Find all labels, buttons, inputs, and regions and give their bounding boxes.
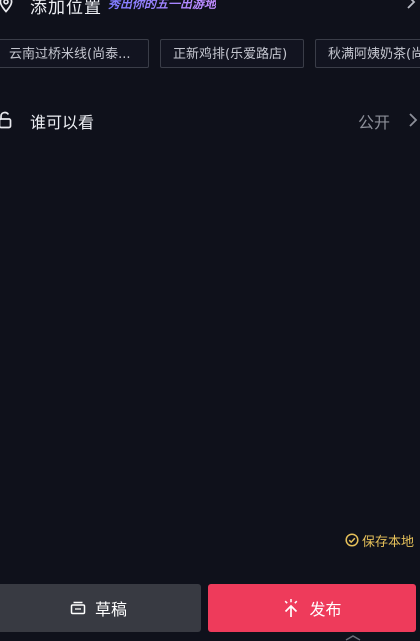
unlock-icon (0, 111, 12, 129)
poi-suggestion-list: 云南过桥米线(尚泰... 正新鸡排(乐爱路店) 秋满阿姨奶茶(尚 (0, 39, 420, 70)
poi-chip[interactable]: 秋满阿姨奶茶(尚 (315, 39, 420, 68)
visibility-value: 公开 (357, 113, 390, 132)
chevron-right-icon (407, 0, 416, 9)
chevron-down-icon (345, 635, 361, 641)
add-location-label: 添加位置 (30, 0, 102, 18)
location-promo-text: 秀出你的五一出游地 (108, 0, 216, 12)
save-local-label: 保存本地 (361, 534, 414, 550)
map-pin-icon (0, 0, 13, 13)
publish-button-label: 发布 (309, 600, 342, 619)
visibility-setting-row[interactable]: 谁可以看 公开 (0, 107, 420, 133)
save-local-toggle[interactable]: 保存本地 (345, 531, 414, 550)
draft-box-icon (70, 601, 86, 615)
draft-button[interactable]: 草稿 (0, 584, 201, 632)
add-location-row[interactable]: 添加位置 秀出你的五一出游地 (0, 0, 420, 18)
check-circle-icon (345, 533, 359, 547)
poi-chip[interactable]: 正新鸡排(乐爱路店) (160, 39, 304, 68)
poi-chip[interactable]: 云南过桥米线(尚泰... (0, 39, 149, 68)
draft-button-label: 草稿 (94, 600, 127, 619)
chevron-right-icon (409, 113, 418, 127)
spark-arrow-up-icon (285, 599, 298, 617)
publish-button[interactable]: 发布 (208, 584, 416, 632)
visibility-label: 谁可以看 (30, 113, 95, 132)
